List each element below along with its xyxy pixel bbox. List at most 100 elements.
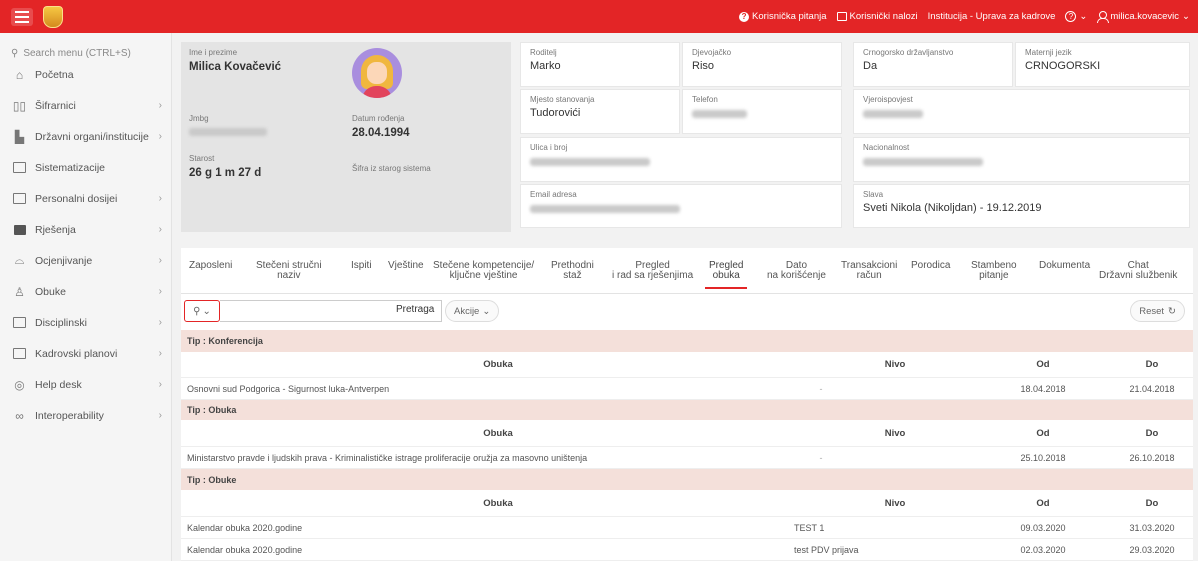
drzavljanstvo-cell: Crnogorsko državljanstvo Da	[853, 42, 1013, 87]
sidebar-item-ocjenjivanje[interactable]: ⌓ Ocjenjivanje ›	[0, 245, 171, 276]
sidebar-item-help-desk[interactable]: ◎ Help desk ›	[0, 369, 171, 400]
chevron-down-icon: ⌄	[1079, 11, 1088, 22]
chevron-right-icon: ›	[158, 286, 162, 297]
chevron-right-icon: ›	[158, 348, 162, 359]
tab-zaposleni[interactable]: Zaposleni	[189, 261, 232, 271]
search-button[interactable]: Pretraga	[396, 304, 434, 315]
group-header: Tip : Konferencija	[181, 330, 1193, 352]
tab-bar: Zaposleni Stečeni stručni naziv Ispiti Vj…	[181, 248, 1193, 294]
telefon-cell: Telefon	[682, 89, 842, 134]
tab-stambeno-pitanje[interactable]: Stambeno pitanje	[971, 261, 1017, 281]
actions-button[interactable]: Akcije ⌄	[445, 300, 500, 322]
avatar	[352, 48, 402, 98]
chevron-right-icon: ›	[158, 317, 162, 328]
tab-chat[interactable]: Chat Državni službenik	[1099, 261, 1177, 281]
sidebar-item-kadrovski-planovi[interactable]: Kadrovski planovi ›	[0, 338, 171, 369]
korisnicka-pitanja-link[interactable]: ? Korisnička pitanja	[739, 11, 827, 22]
table-toolbar: ⚲ ⌄ Pretraga Akcije ⌄ Reset ↻	[181, 300, 1193, 322]
personal-info: Roditelj Marko Djevojačko Riso Crnogorsk…	[520, 42, 1190, 232]
building-icon: ▙	[14, 129, 25, 144]
book-icon: ▯▯	[12, 98, 27, 113]
tab-pregled-obuka[interactable]: Pregled obuka	[704, 261, 748, 289]
table-row[interactable]: Ministarstvo pravde i ljudskih prava - K…	[181, 447, 1193, 469]
dob-label: Datum rođenja	[352, 114, 405, 123]
menu-search[interactable]: ⚲ Search menu (CTRL+S)	[0, 33, 171, 59]
sidebar-item-personalni-dosijei[interactable]: Personalni dosijei ›	[0, 183, 171, 214]
search-column-select[interactable]: ⚲ ⌄	[184, 300, 220, 322]
chevron-down-icon: ⌄	[202, 305, 211, 317]
table-row[interactable]: Kalendar obuka 2020.godine test PDV prij…	[181, 539, 1193, 561]
sidebar-item-obuke[interactable]: ♙ Obuke ›	[0, 276, 171, 307]
korisnicki-nalozi-link[interactable]: Korisnički nalozi	[836, 11, 918, 22]
sidebar-item-drzavni-organi[interactable]: ▙ Državni organi/institucije ›	[0, 121, 171, 152]
sidebar-item-sifrarnici[interactable]: ▯▯ Šifrarnici ›	[0, 90, 171, 121]
sidebar-item-interoperability[interactable]: ∞ Interoperability ›	[0, 400, 171, 431]
id-card-icon	[12, 192, 27, 205]
sidebar-item-pocetna[interactable]: ⌂ Početna	[0, 59, 171, 90]
sidebar-item-rjesenja[interactable]: Rješenja ›	[0, 214, 171, 245]
reset-button[interactable]: Reset ↻	[1130, 300, 1185, 322]
accounts-icon	[836, 12, 847, 21]
group-header: Tip : Obuka	[181, 400, 1193, 420]
chevron-right-icon: ›	[158, 410, 162, 421]
chevron-right-icon: ›	[158, 193, 162, 204]
name-label: Ime i prezime	[189, 48, 238, 57]
users-icon: ♙	[14, 284, 25, 299]
age-label: Starost	[189, 154, 215, 163]
chevron-down-icon: ⌄	[482, 305, 491, 317]
chevron-right-icon: ›	[158, 100, 162, 111]
slava-cell: Slava Sveti Nikola (Nikoljdan) - 19.12.2…	[853, 184, 1190, 228]
table-header: Obuka Nivo Od Do	[181, 420, 1193, 447]
djevojacko-cell: Djevojačko Riso	[682, 42, 842, 87]
nacionalnost-cell: Nacionalnost	[853, 137, 1190, 182]
help-menu[interactable]: ? ⌄	[1065, 11, 1087, 22]
jmbg-redacted	[189, 128, 267, 136]
mjesto-cell: Mjesto stanovanja Tudorovići	[520, 89, 680, 134]
plan-icon	[12, 347, 27, 360]
old-code-label: Šifra iz starog sistema	[352, 164, 431, 173]
tab-stecene-kompetencije[interactable]: Stečene kompetencije/ključne vještine	[433, 261, 534, 281]
sidebar-item-sistematizacije[interactable]: Sistematizacije	[0, 152, 171, 183]
institution-link[interactable]: Institucija - Uprava za kadrove	[928, 11, 1056, 22]
table-row[interactable]: Kalendar obuka 2020.godine TEST 1 09.03.…	[181, 517, 1193, 539]
search-icon: ⚲	[193, 305, 201, 317]
sidebar-item-disciplinski[interactable]: Disciplinski ›	[0, 307, 171, 338]
jezik-cell: Maternji jezik CRNOGORSKI	[1015, 42, 1190, 87]
tab-transakcioni-racun[interactable]: Transakcioni račun	[841, 261, 897, 281]
top-links: ? Korisnička pitanja Korisnički nalozi In…	[739, 11, 1198, 23]
chevron-right-icon: ›	[158, 131, 162, 142]
email-cell: Email adresa	[520, 184, 842, 228]
roditelj-cell: Roditelj Marko	[520, 42, 680, 87]
folder-icon	[12, 223, 27, 236]
coat-of-arms-logo	[43, 5, 63, 28]
table-header: Obuka Nivo Od Do	[181, 352, 1193, 378]
user-icon	[1097, 11, 1110, 23]
question-circle-icon: ?	[1065, 11, 1077, 22]
refresh-icon: ↻	[1168, 305, 1176, 317]
chevron-right-icon: ›	[158, 224, 162, 235]
user-menu[interactable]: milica.kovacevic ⌄	[1097, 11, 1190, 23]
top-bar: ? Korisnička pitanja Korisnički nalozi In…	[0, 0, 1198, 33]
table-row[interactable]: Osnovni sud Podgorica - Sigurnost luka-A…	[181, 378, 1193, 400]
search-icon: ⚲	[11, 48, 19, 59]
group-header: Tip : Obuke	[181, 469, 1193, 490]
table-header: Obuka Nivo Od Do	[181, 490, 1193, 517]
tab-ispiti[interactable]: Ispiti	[351, 261, 372, 271]
question-icon: ?	[739, 11, 750, 22]
profile-card: Ime i prezime Milica Kovačević Jmbg Datu…	[181, 42, 511, 232]
tab-vjestine[interactable]: Vještine	[388, 261, 424, 271]
home-icon: ⌂	[15, 67, 24, 82]
document-icon	[12, 316, 27, 329]
tab-pregled-rjesenja[interactable]: Pregled i rad sa rješenjima	[612, 261, 693, 281]
tab-steceni-strucni-naziv[interactable]: Stečeni stručni naziv	[256, 261, 322, 281]
jmbg-label: Jmbg	[189, 114, 209, 123]
tab-prethodni-staz[interactable]: Prethodni staž	[551, 261, 594, 281]
link-icon: ∞	[15, 408, 24, 423]
tab-porodica[interactable]: Porodica	[911, 261, 950, 271]
chevron-right-icon: ›	[158, 255, 162, 266]
tab-dato-na-koriscenje[interactable]: Dato na korišćenje	[767, 261, 826, 281]
ulica-cell: Ulica i broj	[520, 137, 842, 182]
chevron-right-icon: ›	[158, 379, 162, 390]
tab-dokumenta[interactable]: Dokumenta	[1039, 261, 1090, 271]
menu-icon[interactable]	[11, 7, 33, 26]
